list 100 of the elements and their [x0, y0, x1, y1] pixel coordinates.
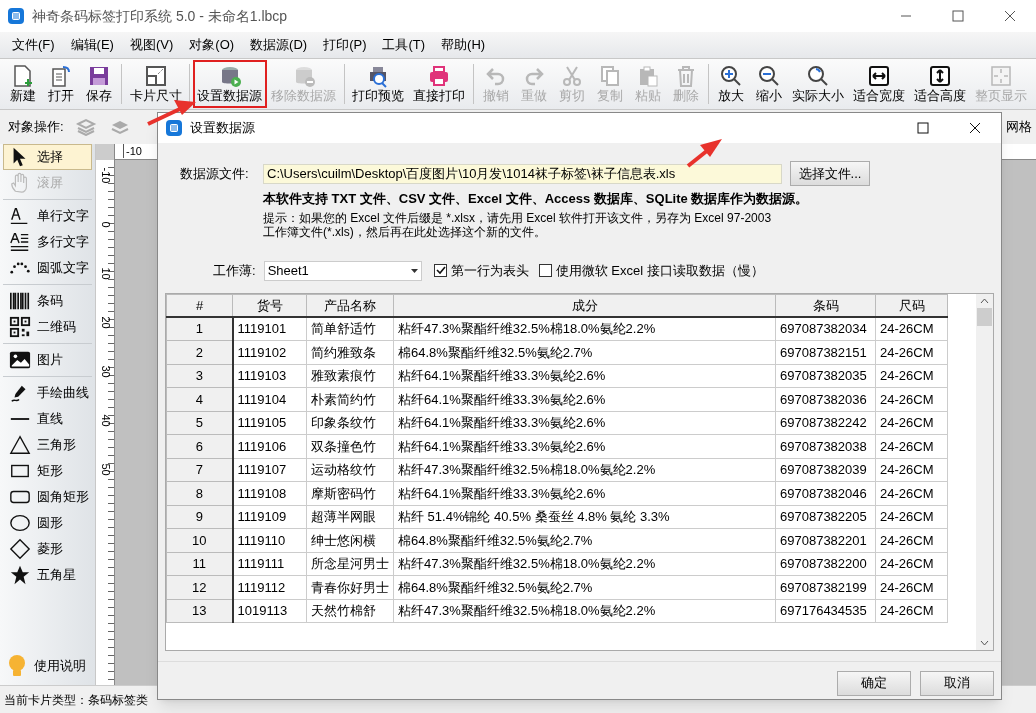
table-cell: 24-26CM	[875, 575, 948, 599]
barcode-icon	[9, 290, 31, 312]
close-icon[interactable]	[969, 122, 981, 134]
toolbar-button[interactable]: 保存	[80, 60, 118, 108]
column-header[interactable]: 条码	[775, 294, 876, 317]
toolbar-button[interactable]: 缩小	[749, 60, 788, 108]
tool-item[interactable]: 条码	[3, 288, 92, 314]
toolbar-button[interactable]: 直接打印	[408, 60, 470, 108]
table-cell: 粘纤64.1%聚酯纤维33.3%氨纶2.6%	[393, 387, 776, 411]
row-header[interactable]: 8	[166, 481, 233, 505]
choose-file-button[interactable]: 选择文件...	[790, 161, 870, 186]
column-header[interactable]: #	[166, 294, 233, 317]
ruler-number: -10	[123, 144, 142, 158]
toolbar-button[interactable]: 打印预览	[347, 60, 409, 108]
row-header[interactable]: 10	[166, 528, 233, 552]
table-cell: 1019113	[232, 599, 307, 623]
menu-item[interactable]: 工具(T)	[374, 35, 434, 55]
column-header[interactable]: 成分	[393, 294, 776, 317]
row-header[interactable]: 2	[166, 340, 233, 364]
table-cell: 697176434535	[775, 599, 876, 623]
table-cell: 697087382035	[775, 364, 876, 388]
table-cell: 粘纤64.1%聚酯纤维33.3%氨纶2.6%	[393, 411, 776, 435]
row-header[interactable]: 13	[166, 599, 233, 623]
table-cell: 超薄半网眼	[306, 505, 394, 529]
tool-item[interactable]: 三角形	[3, 432, 92, 458]
tool-item[interactable]: 手绘曲线	[3, 380, 92, 406]
tool-item[interactable]: 圆角矩形	[3, 484, 92, 510]
row-header[interactable]: 3	[166, 364, 233, 388]
row-header[interactable]: 5	[166, 411, 233, 435]
maximize-icon[interactable]	[917, 122, 929, 134]
tool-item[interactable]: 圆弧文字	[3, 255, 92, 281]
table-cell: 粘纤64.1%聚酯纤维33.3%氨纶2.6%	[393, 481, 776, 505]
table-cell: 1119102	[232, 340, 307, 364]
scrollbar[interactable]	[976, 293, 993, 650]
column-header[interactable]: 尺码	[875, 294, 948, 317]
table-cell: 1119107	[232, 458, 307, 482]
tool-item[interactable]: 选择	[3, 144, 92, 170]
tool-item[interactable]: 多行文字	[3, 229, 92, 255]
app-logo-icon	[166, 120, 182, 136]
toolbar-button[interactable]: 打开	[42, 60, 80, 108]
row-header[interactable]: 1	[166, 317, 233, 341]
table-cell: 1119109	[232, 505, 307, 529]
app-logo-icon	[8, 8, 24, 24]
menu-item[interactable]: 编辑(E)	[62, 35, 122, 55]
toolbar-button[interactable]: 适合高度	[909, 60, 971, 108]
toolbar-button[interactable]: 设置数据源	[193, 60, 267, 108]
toolbar-button[interactable]: 实际大小	[787, 60, 849, 108]
maximize-icon[interactable]	[952, 10, 964, 22]
toolbar-button[interactable]: 适合宽度	[848, 60, 910, 108]
column-header[interactable]: 产品名称	[306, 294, 394, 317]
row-header[interactable]: 7	[166, 458, 233, 482]
menu-item[interactable]: 对象(O)	[181, 35, 243, 55]
dialog-title: 设置数据源	[190, 119, 255, 138]
status-text: 当前卡片类型：条码标签类	[4, 691, 148, 709]
row-header[interactable]: 11	[166, 552, 233, 576]
tool-item[interactable]: 图片	[3, 347, 92, 373]
close-icon[interactable]	[1004, 10, 1016, 22]
fit-page-icon	[989, 64, 1014, 88]
window-title: 神奇条码标签打印系统 5.0 - 未命名1.lbcp	[32, 6, 288, 26]
tool-item[interactable]: 五角星	[3, 562, 92, 588]
menu-item[interactable]: 数据源(D)	[242, 35, 316, 55]
file-path-field[interactable]: C:\Users\cuilm\Desktop\百度图片\10月发\1014袜子标签\袜子信息表.xls	[263, 163, 782, 184]
line-icon	[9, 418, 31, 420]
table-cell: 24-26CM	[875, 387, 948, 411]
column-header[interactable]: 货号	[232, 294, 307, 317]
workbook-dropdown[interactable]: Sheet1	[263, 260, 422, 281]
help-item[interactable]: 使用说明	[0, 651, 95, 681]
table-cell: 697087382038	[775, 434, 876, 458]
table-cell: 697087382046	[775, 481, 876, 505]
table-cell: 24-26CM	[875, 411, 948, 435]
row-header[interactable]: 9	[166, 505, 233, 529]
table-cell: 697087382034	[775, 317, 876, 341]
table-cell: 697087382199	[775, 575, 876, 599]
table-cell: 1119103	[232, 364, 307, 388]
row-header[interactable]: 12	[166, 575, 233, 599]
toolbar-button[interactable]: 放大	[711, 60, 750, 108]
row-header[interactable]: 6	[166, 434, 233, 458]
menu-item[interactable]: 帮助(H)	[433, 35, 494, 55]
tool-item[interactable]: 直线	[3, 406, 92, 432]
dialog-button[interactable]: 取消	[920, 670, 994, 696]
toolbar-button[interactable]: 新建	[4, 60, 42, 108]
table-cell: 697087382242	[775, 411, 876, 435]
scroll-thumb[interactable]	[977, 307, 992, 326]
tool-item[interactable]: 二维码	[3, 314, 92, 340]
tool-item[interactable]: 单行文字	[3, 203, 92, 229]
tool-item[interactable]: 圆形	[3, 510, 92, 536]
menu-item[interactable]: 视图(V)	[121, 35, 182, 55]
lightbulb-icon	[8, 655, 26, 677]
table-cell: 24-26CM	[875, 599, 948, 623]
dialog-button[interactable]: 确定	[837, 670, 911, 696]
checkbox[interactable]	[538, 264, 552, 277]
menu-item[interactable]: 文件(F)	[4, 35, 63, 55]
table-cell: 粘纤64.1%聚酯纤维33.3%氨纶2.6%	[393, 364, 776, 388]
toolbar-label: 网格	[1006, 118, 1032, 137]
tool-item[interactable]: 菱形	[3, 536, 92, 562]
checkbox[interactable]	[433, 264, 447, 277]
table-cell: 朴素简约竹	[306, 387, 394, 411]
menu-item[interactable]: 打印(P)	[315, 35, 375, 55]
tool-item[interactable]: 矩形	[3, 458, 92, 484]
row-header[interactable]: 4	[166, 387, 233, 411]
